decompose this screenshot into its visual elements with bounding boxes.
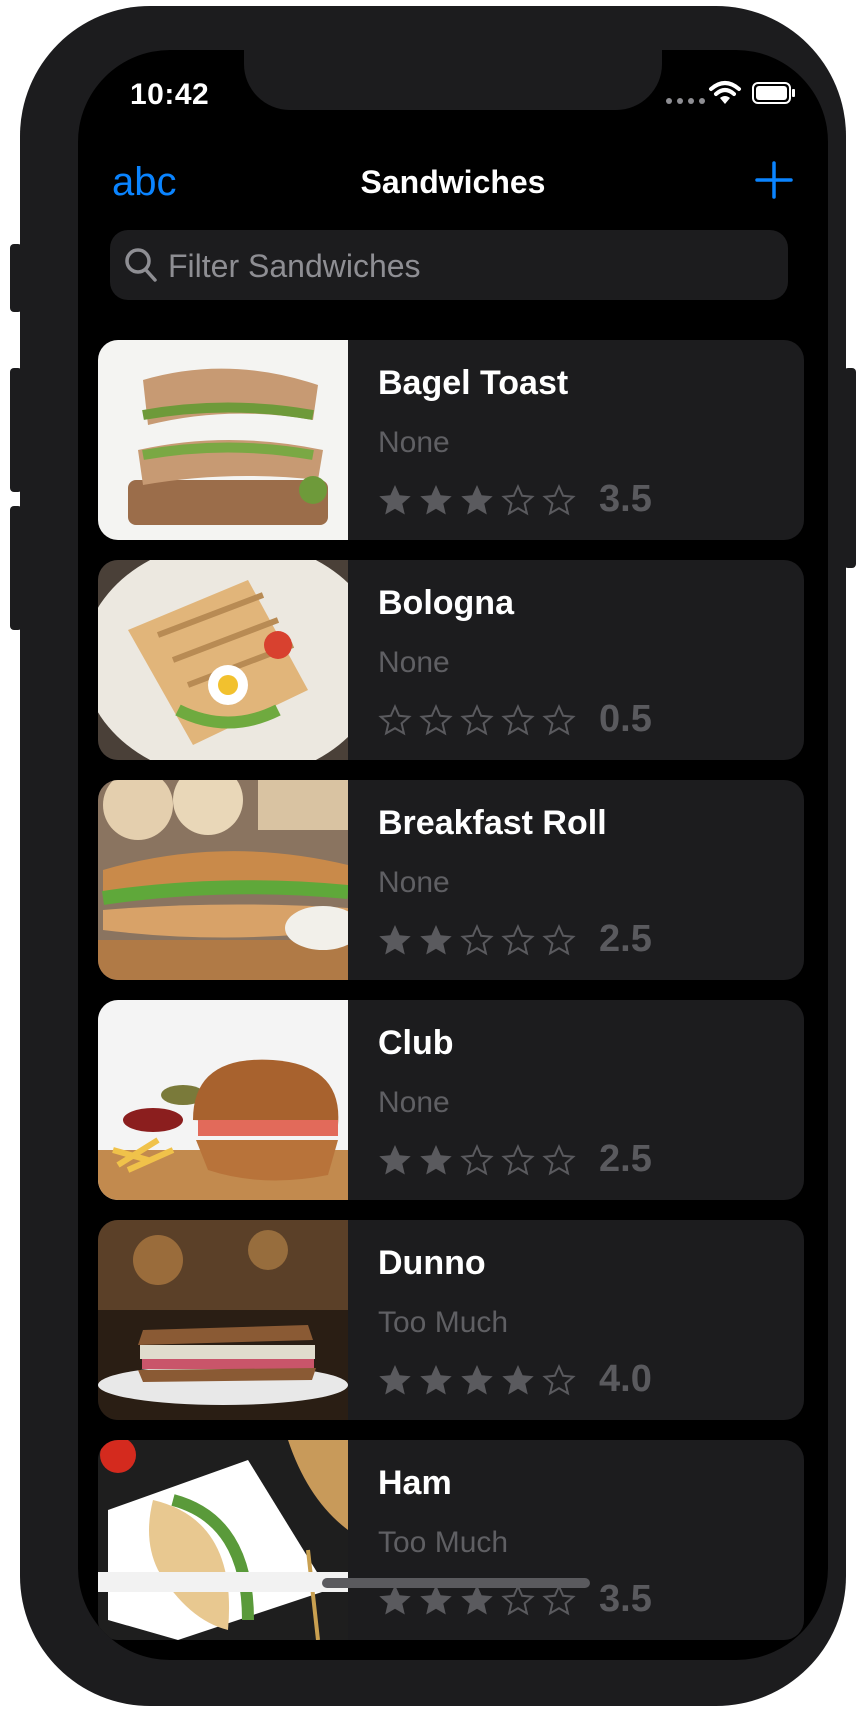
- star-empty-icon: [542, 1143, 576, 1175]
- sandwich-photo: [98, 1440, 348, 1640]
- star-filled-icon: [502, 1364, 534, 1394]
- star-rating: 3.5: [378, 478, 652, 521]
- star-empty-icon: [501, 703, 535, 735]
- partial-thumbnail: [98, 1572, 348, 1592]
- sandwich-name: Bagel Toast: [378, 364, 569, 402]
- rating-value: 2.5: [599, 918, 652, 960]
- star-empty-icon: [460, 923, 494, 955]
- star-filled-icon: [379, 1144, 411, 1174]
- star-rating: 2.5: [378, 918, 652, 961]
- star-rating: 2.5: [378, 1138, 652, 1181]
- sandwich-name: Dunno: [378, 1244, 486, 1282]
- star-filled-icon: [379, 924, 411, 954]
- home-indicator: [322, 1578, 590, 1588]
- star-empty-icon: [460, 703, 494, 735]
- plus-icon[interactable]: [754, 160, 794, 200]
- rating-value: 2.5: [599, 1138, 652, 1180]
- sandwich-card[interactable]: Breakfast Roll None 2.5: [98, 780, 804, 980]
- star-filled-icon: [420, 1364, 452, 1394]
- sandwich-photo: [98, 780, 348, 980]
- star-filled-icon: [461, 1364, 493, 1394]
- rating-value: 4.0: [599, 1358, 652, 1400]
- star-empty-icon: [460, 1143, 494, 1175]
- sandwich-name: Ham: [378, 1464, 452, 1502]
- sandwich-card[interactable]: Bologna None 0.5: [98, 560, 804, 760]
- sandwich-detail: None: [378, 646, 450, 679]
- sandwich-photo: [98, 1000, 348, 1200]
- star-empty-icon: [501, 923, 535, 955]
- sandwich-list: Bagel Toast None 3.5 Bologna None 0.5 Br…: [98, 340, 804, 1660]
- sandwich-photo: [98, 560, 348, 760]
- star-filled-icon: [420, 484, 452, 514]
- sandwich-card[interactable]: Club None 2.5: [98, 1000, 804, 1200]
- star-empty-icon: [542, 1363, 576, 1395]
- star-empty-icon: [501, 483, 535, 515]
- status-time: 10:42: [130, 78, 210, 111]
- sandwich-name: Club: [378, 1024, 454, 1062]
- sandwich-name: Bologna: [378, 584, 514, 622]
- rating-value: 0.5: [599, 698, 652, 740]
- search-bar[interactable]: [110, 230, 788, 302]
- wifi-icon: [709, 81, 741, 104]
- star-rating: 4.0: [378, 1358, 652, 1401]
- sandwich-card[interactable]: Dunno Too Much 4.0: [98, 1220, 804, 1420]
- cellular-signal-icon: [666, 98, 705, 104]
- star-empty-icon: [501, 1143, 535, 1175]
- rating-value: 3.5: [599, 478, 652, 520]
- sandwich-photo: [98, 1220, 348, 1420]
- star-empty-icon: [378, 703, 412, 735]
- star-empty-icon: [542, 483, 576, 515]
- sandwich-detail: None: [378, 1086, 450, 1119]
- star-filled-icon: [420, 1144, 452, 1174]
- sandwich-detail: None: [378, 866, 450, 899]
- phone-frame: 10:42 abc Sandwiches Bagel Toast None: [20, 6, 846, 1706]
- sandwich-card[interactable]: Bagel Toast None 3.5: [98, 340, 804, 540]
- magnifying-glass-icon: [125, 248, 157, 282]
- star-filled-icon: [379, 1364, 411, 1394]
- sandwich-detail: Too Much: [378, 1306, 509, 1339]
- notch: [244, 50, 662, 110]
- sandwich-card[interactable]: Ham Too Much 3.5: [98, 1440, 804, 1640]
- star-filled-icon: [461, 484, 493, 514]
- sandwich-name: Breakfast Roll: [378, 804, 607, 842]
- star-empty-icon: [419, 703, 453, 735]
- screen: 10:42 abc Sandwiches Bagel Toast None: [78, 50, 828, 1660]
- star-filled-icon: [420, 924, 452, 954]
- battery-icon: [752, 82, 795, 104]
- sandwich-photo: [98, 340, 348, 540]
- sandwich-detail: None: [378, 426, 450, 459]
- star-empty-icon: [542, 923, 576, 955]
- search-input[interactable]: [166, 230, 770, 302]
- page-title: Sandwiches: [360, 164, 546, 200]
- star-empty-icon: [542, 703, 576, 735]
- star-rating: 0.5: [378, 698, 652, 741]
- sandwich-detail: Too Much: [378, 1526, 509, 1559]
- rating-value: 3.5: [599, 1578, 652, 1620]
- star-filled-icon: [379, 484, 411, 514]
